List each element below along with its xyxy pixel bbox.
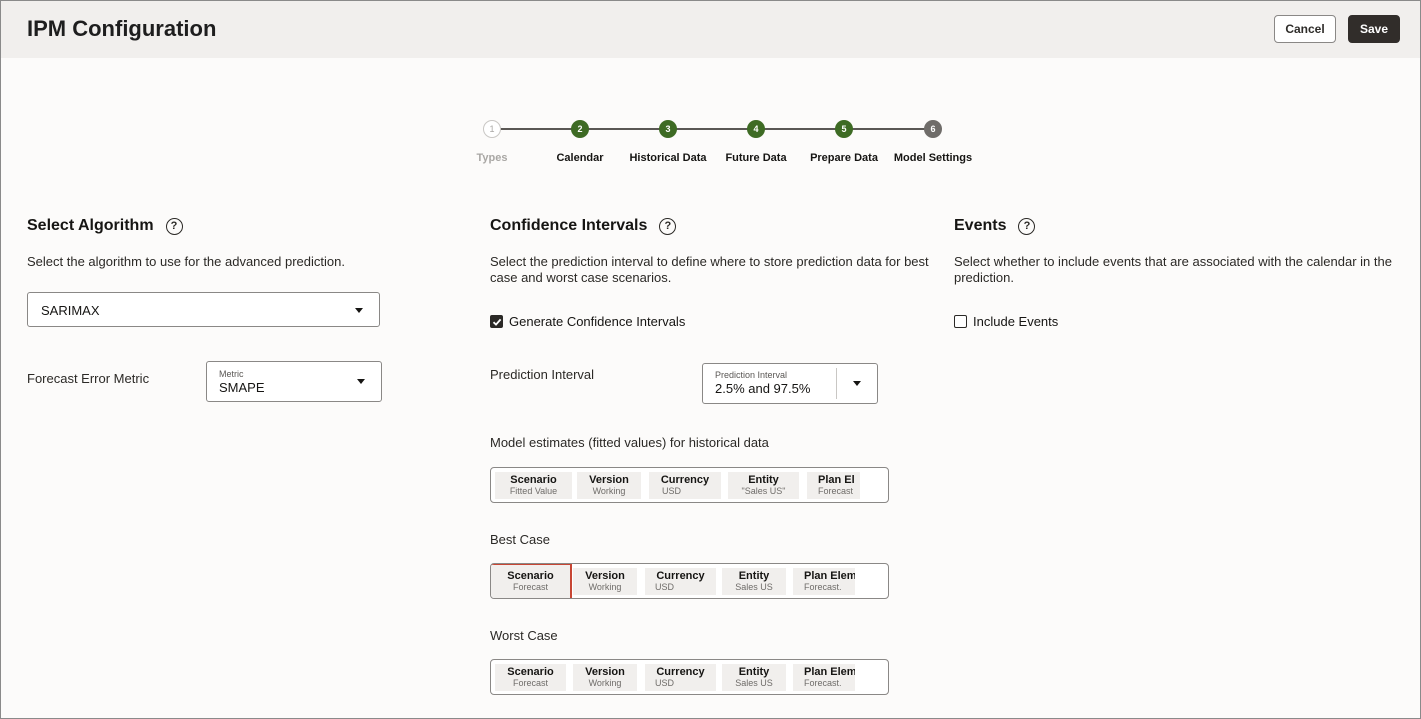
algorithm-description: Select the algorithm to use for the adva… <box>27 254 345 269</box>
step-6-dot[interactable]: 6 <box>924 120 942 138</box>
step-4-dot[interactable]: 4 <box>747 120 765 138</box>
help-icon[interactable]: ? <box>165 217 183 235</box>
fitted-values-label: Model estimates (fitted values) for hist… <box>490 435 769 450</box>
best-case-pov-bar: Scenario Forecast Version Working Currency… <box>490 563 889 599</box>
pov-chip-currency[interactable]: Currency USD <box>649 472 721 499</box>
prediction-interval-select[interactable]: Prediction Interval 2.5% and 97.5% <box>702 363 878 404</box>
pov-chip-scenario[interactable]: Scenario Forecast <box>495 664 566 691</box>
confidence-description: Select the prediction interval to define… <box>490 254 929 285</box>
pov-chip-entity[interactable]: Entity "Sales US" <box>728 472 799 499</box>
generate-confidence-checkbox-row[interactable]: Generate Confidence Intervals <box>490 314 685 329</box>
confidence-section-title: Confidence Intervals ? <box>490 217 677 235</box>
pov-chip-scenario[interactable]: Scenario Forecast <box>491 564 572 598</box>
select-divider <box>836 368 837 399</box>
step-6-label[interactable]: Model Settings <box>894 152 972 164</box>
cancel-button[interactable]: Cancel <box>1274 15 1336 43</box>
step-5-dot[interactable]: 5 <box>835 120 853 138</box>
checkmark-icon <box>492 318 501 326</box>
metric-select[interactable]: Metric SMAPE <box>206 361 382 402</box>
pov-chip-plan-element[interactable]: Plan Elem Forecast. <box>793 568 855 595</box>
forecast-error-metric-label: Forecast Error Metric <box>27 371 150 386</box>
best-case-label: Best Case <box>490 532 550 547</box>
pov-chip-version[interactable]: Version Working <box>573 568 637 595</box>
step-3-dot[interactable]: 3 <box>659 120 677 138</box>
events-description: Select whether to include events that ar… <box>954 254 1392 285</box>
pov-chip-version[interactable]: Version Working <box>573 664 637 691</box>
help-icon[interactable]: ? <box>659 217 677 235</box>
step-1-dot[interactable]: 1 <box>483 120 501 138</box>
step-2-dot[interactable]: 2 <box>571 120 589 138</box>
train-line <box>500 128 933 130</box>
pov-chip-version[interactable]: Version Working <box>577 472 641 499</box>
include-events-label: Include Events <box>973 314 1059 329</box>
algorithm-section-title: Select Algorithm ? <box>27 217 183 235</box>
pov-chip-entity[interactable]: Entity Sales US <box>722 568 786 595</box>
include-events-checkbox-row[interactable]: Include Events <box>954 314 1058 329</box>
prediction-field-label: Prediction Interval <box>715 370 788 380</box>
pov-chip-scenario[interactable]: Scenario Fitted Value <box>495 472 572 499</box>
fitted-pov-bar: Scenario Fitted Value Version Working Curr… <box>490 467 889 503</box>
prediction-interval-value: 2.5% and 97.5% <box>715 381 811 396</box>
algorithm-title-text: Select Algorithm <box>27 217 154 234</box>
pov-chip-currency[interactable]: Currency USD <box>645 664 716 691</box>
chevron-down-icon <box>355 308 363 313</box>
window-frame <box>0 0 1421 719</box>
chevron-down-icon[interactable] <box>853 381 861 386</box>
metric-field-label: Metric <box>219 369 244 379</box>
step-3-label[interactable]: Historical Data <box>629 152 706 164</box>
generate-confidence-label: Generate Confidence Intervals <box>509 314 686 329</box>
generate-confidence-checkbox[interactable] <box>490 315 503 328</box>
prediction-interval-label: Prediction Interval <box>490 367 595 382</box>
metric-select-value: SMAPE <box>219 380 265 395</box>
page-header: IPM Configuration Cancel Save <box>1 1 1420 58</box>
pov-chip-currency[interactable]: Currency USD <box>645 568 716 595</box>
step-4-label[interactable]: Future Data <box>725 152 786 164</box>
events-section-title: Events ? <box>954 217 1036 235</box>
pov-chip-plan-element[interactable]: Plan El Forecast <box>807 472 860 499</box>
step-5-label[interactable]: Prepare Data <box>810 152 878 164</box>
include-events-checkbox[interactable] <box>954 315 967 328</box>
algorithm-select[interactable]: SARIMAX <box>27 292 380 327</box>
worst-case-label: Worst Case <box>490 628 558 643</box>
worst-case-pov-bar: Scenario Forecast Version Working Currency… <box>490 659 889 695</box>
chevron-down-icon <box>357 379 365 384</box>
help-icon[interactable]: ? <box>1018 217 1036 235</box>
step-1-label[interactable]: Types <box>477 152 508 164</box>
algorithm-select-value: SARIMAX <box>41 303 100 318</box>
pov-chip-plan-element[interactable]: Plan Elem Forecast. <box>793 664 855 691</box>
confidence-title-text: Confidence Intervals <box>490 217 648 234</box>
save-button[interactable]: Save <box>1348 15 1400 43</box>
page-title: IPM Configuration <box>27 16 217 41</box>
pov-chip-entity[interactable]: Entity Sales US <box>722 664 786 691</box>
step-2-label[interactable]: Calendar <box>556 152 603 164</box>
events-title-text: Events <box>954 217 1007 234</box>
